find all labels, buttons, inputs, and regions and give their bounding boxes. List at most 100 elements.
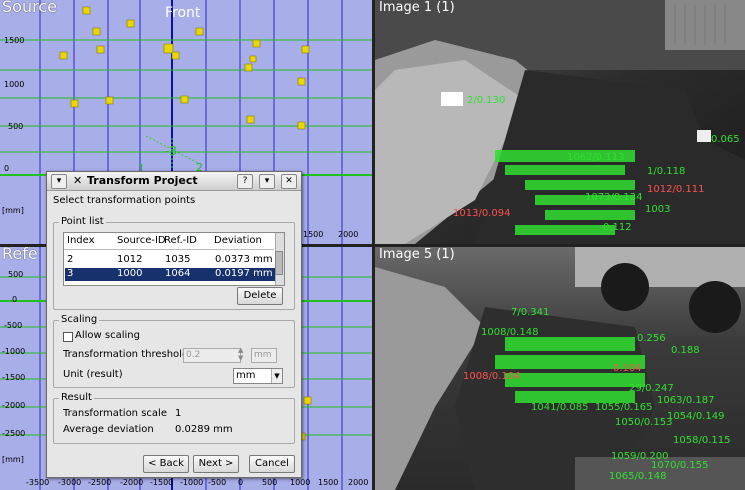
image-label: 2/0.130 — [467, 95, 506, 106]
spin-icon[interactable]: ▲ ▼ — [238, 346, 243, 362]
image-label: 0.112 — [603, 222, 632, 233]
minimize-icon[interactable]: ▾ — [259, 174, 275, 189]
scrollbar-thumb[interactable] — [275, 251, 283, 275]
front-label: Front — [165, 5, 201, 21]
column-header[interactable]: Source-ID — [117, 235, 166, 246]
image-label: 0.256 — [637, 333, 666, 344]
y-tick: -2500 — [2, 429, 26, 438]
x-tick: 1000 — [290, 478, 311, 487]
image-label: 0.188 — [671, 345, 700, 356]
image-label: 1050/0.153 — [615, 417, 673, 428]
y-tick: 0 — [12, 295, 18, 304]
x-tick: -2500 — [88, 478, 112, 487]
chevron-down-icon[interactable]: ▼ — [271, 369, 282, 383]
table-row[interactable]: 3 1000 1064 0.0197 mm — [65, 268, 275, 281]
unit-label: [mm] — [2, 206, 24, 215]
image-label: 7/0.341 — [511, 307, 550, 318]
y-tick: -500 — [4, 321, 23, 330]
close-icon[interactable]: ✕ — [281, 174, 297, 189]
scaling-label: Scaling — [59, 314, 100, 325]
unit-result-label: Unit (result) — [63, 369, 123, 380]
y-tick: -1500 — [2, 373, 26, 382]
cell-source-id: 1012 — [117, 254, 143, 265]
y-tick: 1500 — [4, 36, 25, 45]
image-label: 1063/0.187 — [657, 395, 715, 406]
cell-deviation: 0.0197 mm — [215, 268, 273, 279]
x-tick: 1500 — [303, 230, 324, 239]
image-label: 1065/0.148 — [609, 471, 667, 482]
cell-deviation: 0.0373 mm — [215, 254, 273, 265]
image-label: 1008/0.104 — [463, 371, 521, 382]
y-tick: 0 — [4, 164, 10, 173]
image-label: 1/0.118 — [647, 166, 686, 177]
allow-scaling-label: Allow scaling — [75, 330, 140, 341]
x-tick: 2000 — [348, 478, 369, 487]
help-button[interactable]: ? — [237, 174, 253, 189]
threshold-label: Transformation threshold — [63, 349, 189, 360]
scale-label: Transformation scale — [63, 408, 167, 419]
image-label: 1070/0.155 — [651, 460, 709, 471]
result-group — [53, 398, 295, 444]
point-list-table[interactable]: Index Source-ID Ref.-ID Deviation 2 1012… — [63, 232, 285, 286]
cell-ref-id: 1035 — [165, 254, 191, 265]
x-tick: 500 — [262, 478, 278, 487]
table-row[interactable]: 2 1012 1035 0.0373 mm — [65, 254, 275, 267]
y-tick: 500 — [8, 270, 24, 279]
x-tick: 2000 — [338, 230, 359, 239]
x-tick: -1500 — [150, 478, 174, 487]
cell-ref-id: 1064 — [165, 268, 191, 279]
delete-button[interactable]: Delete — [237, 287, 283, 305]
transform-project-dialog: ▾ ✕ Transform Project ? ▾ ✕ Select trans… — [46, 171, 302, 478]
column-header[interactable]: Index — [67, 235, 95, 246]
column-header[interactable]: Ref.-ID — [164, 235, 197, 246]
image-5-title: Image 5 (1) — [379, 247, 455, 262]
scale-value: 1 — [175, 408, 182, 419]
image-label: 0.065 — [711, 134, 740, 145]
x-tick: -3500 — [26, 478, 50, 487]
allow-scaling-checkbox[interactable] — [63, 332, 73, 342]
cell-index: 2 — [67, 254, 74, 265]
cell-index: 3 — [67, 268, 74, 279]
threshold-input[interactable]: 0.2 — [183, 348, 241, 363]
y-tick: 1000 — [4, 80, 25, 89]
x-tick: 0 — [238, 478, 244, 487]
image-label: 0.104 — [613, 363, 642, 374]
window-menu-icon[interactable]: ▾ — [51, 174, 67, 189]
cell-source-id: 1000 — [117, 268, 143, 279]
unit-result-value: mm — [236, 370, 256, 381]
avg-deviation-value: 0.0289 mm — [175, 424, 233, 435]
image-label: 1055/0.165 — [595, 402, 653, 413]
dialog-titlebar[interactable]: ▾ ✕ Transform Project ? ▾ ✕ — [47, 172, 301, 191]
x-tick: -1000 — [180, 478, 204, 487]
image-label: 1062/0.113 — [567, 152, 625, 163]
image-1-view[interactable]: Image 1 (1) 2/0.130 1013/0.094 1012/0.11… — [375, 0, 745, 244]
table-scrollbar[interactable] — [275, 233, 284, 285]
result-label: Result — [59, 392, 94, 403]
reference-view-title: Refe — [2, 247, 38, 263]
image-label: 29/0.247 — [629, 383, 674, 394]
source-view-title: Source — [2, 0, 57, 16]
unit-result-select[interactable]: mm ▼ — [233, 368, 283, 384]
y-tick: 500 — [8, 122, 24, 131]
x-tick: -3000 — [58, 478, 82, 487]
avg-deviation-label: Average deviation — [63, 424, 154, 435]
image-label: 1041/0.085 — [531, 402, 589, 413]
image-label: 1073/0.134 — [585, 192, 643, 203]
back-button[interactable]: < Back — [143, 455, 189, 473]
next-button[interactable]: Next > — [193, 455, 239, 473]
image-label: 1013/0.094 — [453, 208, 511, 219]
image-label: 1054/0.149 — [667, 411, 725, 422]
cancel-button[interactable]: Cancel — [249, 455, 295, 473]
column-header[interactable]: Deviation — [214, 235, 262, 246]
image-1-title: Image 1 (1) — [379, 0, 455, 15]
point-list-label: Point list — [59, 216, 106, 227]
image-5-view[interactable]: Image 5 (1) 7/0.341 1008/0.148 1008/0.10… — [375, 247, 745, 490]
image-5-photo — [375, 247, 745, 490]
x-tick: 1500 — [318, 478, 339, 487]
x-tick: -2000 — [120, 478, 144, 487]
image-label: 1058/0.115 — [673, 435, 731, 446]
y-tick: -1000 — [2, 347, 26, 356]
threshold-unit-select[interactable]: mm — [251, 348, 277, 363]
image-label: 1012/0.111 — [647, 184, 705, 195]
image-label: 1003 — [645, 204, 671, 215]
